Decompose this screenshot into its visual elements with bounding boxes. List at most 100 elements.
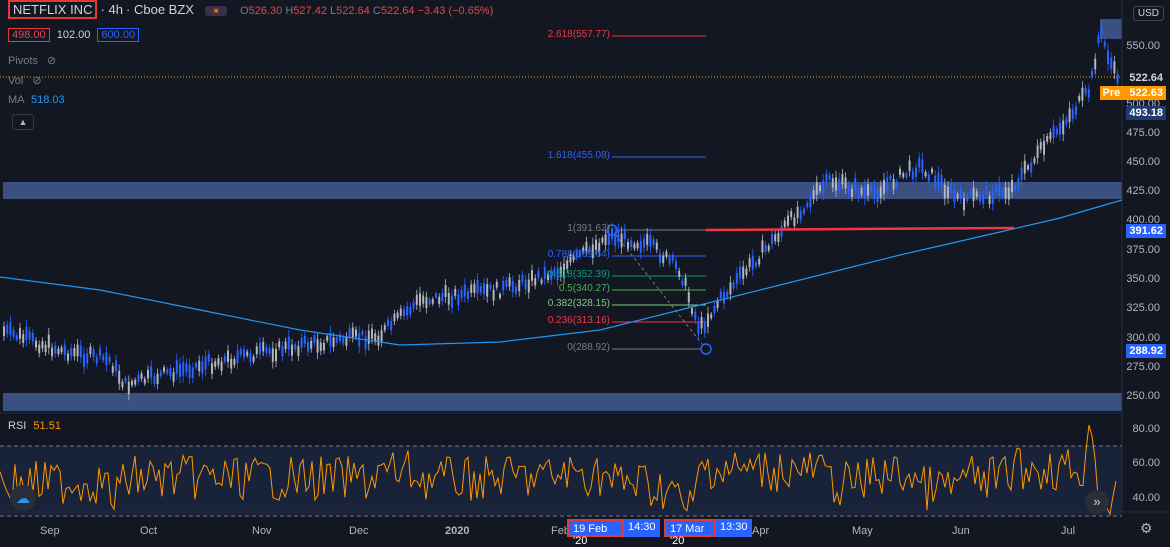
candle-body <box>227 350 229 362</box>
candle-body <box>694 311 697 320</box>
candle-body <box>815 182 818 195</box>
candle-body <box>175 360 178 374</box>
candle-body <box>614 232 617 246</box>
candle-body <box>655 242 658 250</box>
candle-body <box>1027 165 1029 170</box>
candle-body <box>12 330 15 337</box>
time-axis-label: Sep <box>40 525 60 537</box>
candle-body <box>143 378 146 384</box>
candle-body <box>313 335 316 343</box>
candle-body <box>163 367 165 372</box>
candle-body <box>1043 140 1045 155</box>
candle-body <box>713 305 716 314</box>
candle-body <box>867 184 869 196</box>
candle-body <box>1107 50 1109 65</box>
sell-price-button[interactable]: 498.00 <box>8 28 50 42</box>
candle-body <box>761 240 764 253</box>
candle-body <box>355 329 357 337</box>
candle-body <box>668 256 671 264</box>
eye-hidden-icon[interactable]: ⊘ <box>47 55 56 67</box>
candle-body <box>1020 167 1023 181</box>
candle-body <box>303 335 306 344</box>
candle-body <box>262 342 265 352</box>
price-axis-label: 475.00 <box>1126 127 1160 139</box>
candle-body <box>825 173 828 182</box>
vol-legend[interactable]: Vol ⊘ <box>8 74 42 87</box>
candle-body <box>204 356 207 370</box>
candle-body <box>963 198 965 211</box>
candle-body <box>1100 25 1103 37</box>
candle-body <box>419 293 421 306</box>
candle-body <box>3 326 5 337</box>
candle-body <box>937 172 940 186</box>
candle-body <box>211 363 213 374</box>
currency-button[interactable]: USD <box>1132 6 1164 21</box>
candle-body <box>995 185 997 192</box>
price-axis-label: 550.00 <box>1126 40 1160 52</box>
candle-body <box>22 334 25 343</box>
symbol-legend[interactable]: NETFLIX INC · 4h · Cboe BZX ☀ O526.30 H5… <box>8 0 493 19</box>
fib-level-label: 1(391.62) <box>567 223 610 234</box>
ma-legend[interactable]: MA 518.03 <box>8 94 65 106</box>
candle-body <box>60 347 63 353</box>
candle-body <box>1113 61 1116 74</box>
price-axis-label: 300.00 <box>1126 332 1160 344</box>
rsi-legend[interactable]: RSI 51.51 <box>8 420 61 432</box>
candle-body <box>543 266 546 279</box>
candle-body <box>931 168 933 173</box>
settings-gear-icon[interactable]: ⚙ <box>1140 520 1153 537</box>
candle-body <box>41 341 44 349</box>
candle-body <box>710 314 713 319</box>
pivots-legend[interactable]: Pivots ⊘ <box>8 54 56 67</box>
candle-body <box>380 330 383 342</box>
candle-body <box>415 294 418 305</box>
candle-body <box>844 177 847 189</box>
candle-body <box>726 291 729 297</box>
candle-body <box>812 189 815 200</box>
candle-body <box>889 175 892 180</box>
candle-body <box>89 346 92 354</box>
collapse-legend-button[interactable]: ▲ <box>12 114 34 130</box>
scroll-to-realtime-button[interactable]: » <box>1085 490 1109 514</box>
spread: 102.00 <box>56 29 91 41</box>
symbol-name[interactable]: NETFLIX INC <box>8 0 98 19</box>
candle-body <box>540 279 543 284</box>
candle-body <box>831 178 834 188</box>
candle-body <box>755 262 757 267</box>
interval[interactable]: 4h <box>108 2 122 17</box>
candle-body <box>771 233 773 245</box>
candle-body <box>428 299 431 305</box>
candle-body <box>435 293 437 298</box>
candle-body <box>716 300 719 308</box>
candle-body <box>431 299 434 304</box>
candle-body <box>425 297 428 309</box>
top-zone <box>1100 19 1122 39</box>
candle-body <box>681 280 684 286</box>
candle-body <box>988 195 991 205</box>
candle-body <box>198 360 201 372</box>
candle-body <box>1062 120 1065 135</box>
candle-body <box>153 376 156 384</box>
candle-body <box>675 260 677 269</box>
candle-body <box>611 228 613 240</box>
candle-body <box>1097 35 1100 44</box>
candle-body <box>607 233 610 245</box>
candle-body <box>604 234 607 245</box>
candle-body <box>700 317 703 329</box>
fib-level-label: 2.618(557.77) <box>547 29 610 40</box>
candle-body <box>991 191 994 205</box>
candle-body <box>905 173 908 178</box>
candle-body <box>473 283 476 293</box>
candle-body <box>383 325 386 331</box>
candle-body <box>438 296 441 304</box>
candle-body <box>697 322 700 335</box>
candle-body <box>703 322 706 334</box>
candle-body <box>310 341 313 349</box>
tradingview-logo-icon[interactable]: ☁ <box>10 485 36 511</box>
last-price-tag: 522.64 <box>1126 71 1166 85</box>
buy-price-button[interactable]: 600.00 <box>97 28 140 42</box>
price-tag-288: 288.92 <box>1126 344 1166 358</box>
horizontal-trendline[interactable] <box>705 226 1015 232</box>
candle-body <box>662 255 665 263</box>
eye-hidden-icon[interactable]: ⊘ <box>32 75 41 87</box>
